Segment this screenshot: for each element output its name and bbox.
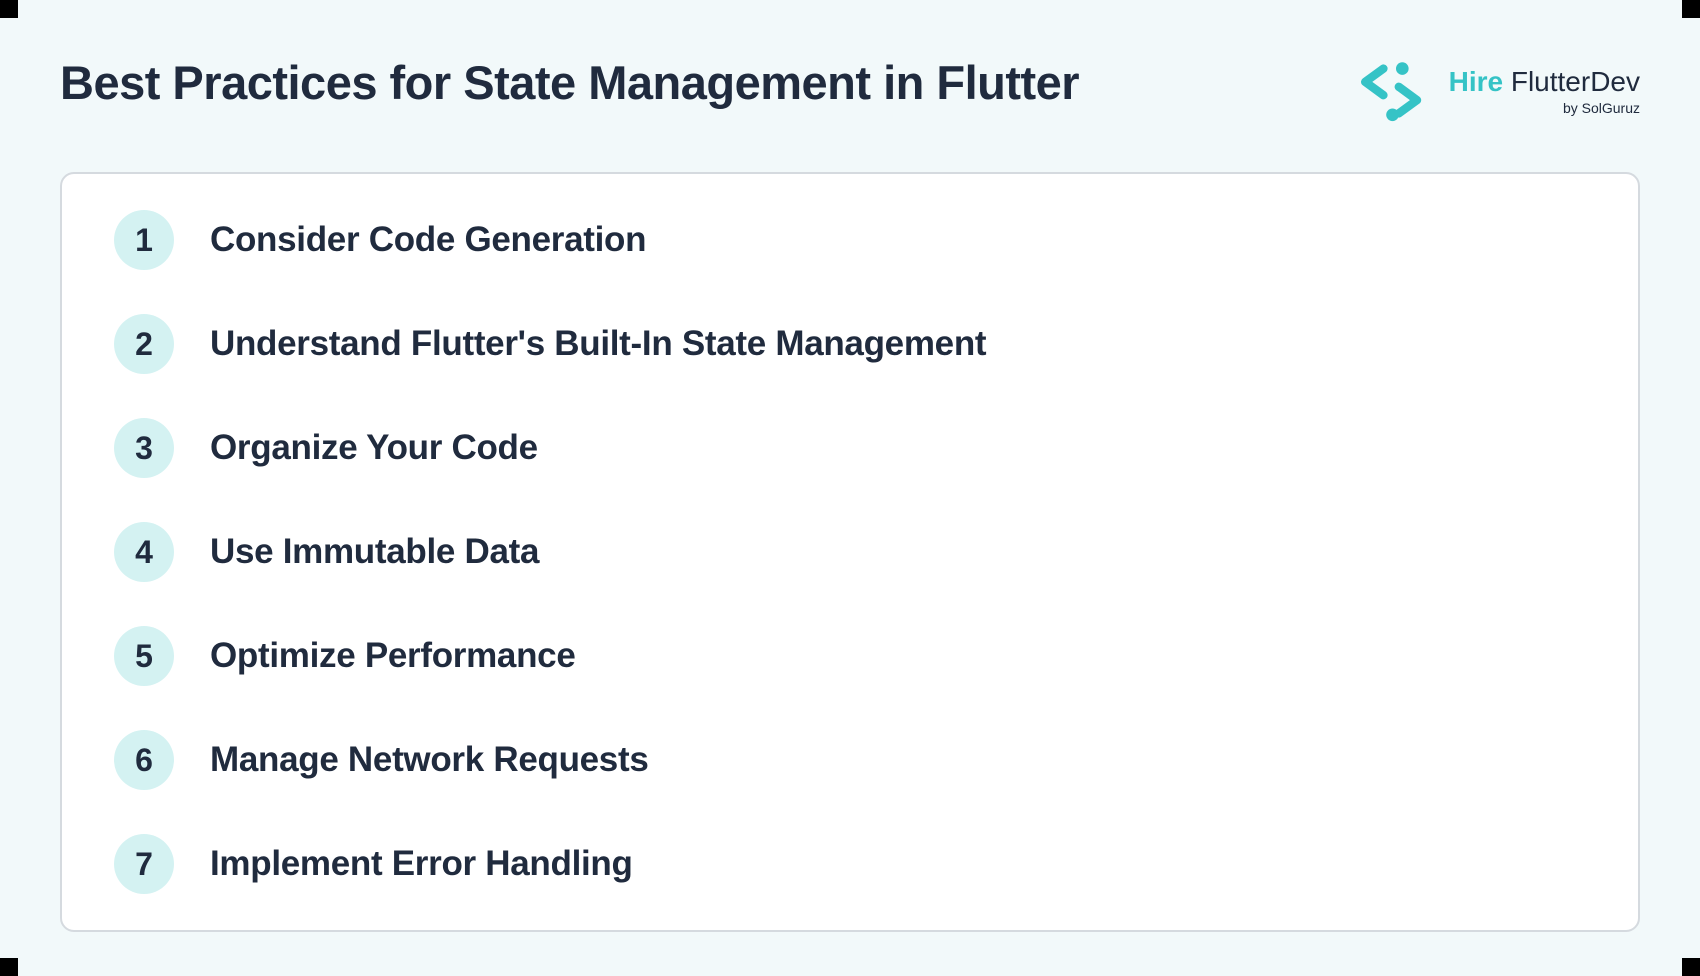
item-label: Use Immutable Data — [210, 532, 539, 572]
brand-code-icon — [1361, 60, 1431, 122]
list-item: 5 Optimize Performance — [114, 626, 1586, 686]
item-number-badge: 6 — [114, 730, 174, 790]
item-label: Optimize Performance — [210, 636, 576, 676]
practices-list: 1 Consider Code Generation 2 Understand … — [114, 210, 1586, 894]
header: Best Practices for State Management in F… — [0, 0, 1700, 122]
crop-mark — [1682, 958, 1700, 976]
list-item: 3 Organize Your Code — [114, 418, 1586, 478]
crop-mark — [0, 958, 18, 976]
item-label: Understand Flutter's Built-In State Mana… — [210, 324, 986, 364]
item-number-badge: 5 — [114, 626, 174, 686]
logo-brand: Hire FlutterDev — [1449, 66, 1640, 98]
logo-text: Hire FlutterDev by SolGuruz — [1449, 66, 1640, 116]
crop-mark — [0, 0, 18, 18]
item-number-badge: 4 — [114, 522, 174, 582]
list-item: 6 Manage Network Requests — [114, 730, 1586, 790]
item-number-badge: 2 — [114, 314, 174, 374]
list-item: 2 Understand Flutter's Built-In State Ma… — [114, 314, 1586, 374]
item-label: Manage Network Requests — [210, 740, 649, 780]
list-item: 1 Consider Code Generation — [114, 210, 1586, 270]
list-item: 7 Implement Error Handling — [114, 834, 1586, 894]
crop-mark — [1682, 0, 1700, 18]
page-title: Best Practices for State Management in F… — [60, 55, 1079, 110]
item-number-badge: 1 — [114, 210, 174, 270]
practices-card: 1 Consider Code Generation 2 Understand … — [60, 172, 1640, 932]
item-label: Implement Error Handling — [210, 844, 633, 884]
list-item: 4 Use Immutable Data — [114, 522, 1586, 582]
item-number-badge: 7 — [114, 834, 174, 894]
logo-brand-hire: Hire — [1449, 66, 1503, 97]
item-label: Consider Code Generation — [210, 220, 646, 260]
logo-subtitle: by SolGuruz — [1563, 100, 1640, 116]
logo: Hire FlutterDev by SolGuruz — [1361, 55, 1640, 122]
item-label: Organize Your Code — [210, 428, 538, 468]
logo-brand-rest: FlutterDev — [1503, 66, 1640, 97]
item-number-badge: 3 — [114, 418, 174, 478]
